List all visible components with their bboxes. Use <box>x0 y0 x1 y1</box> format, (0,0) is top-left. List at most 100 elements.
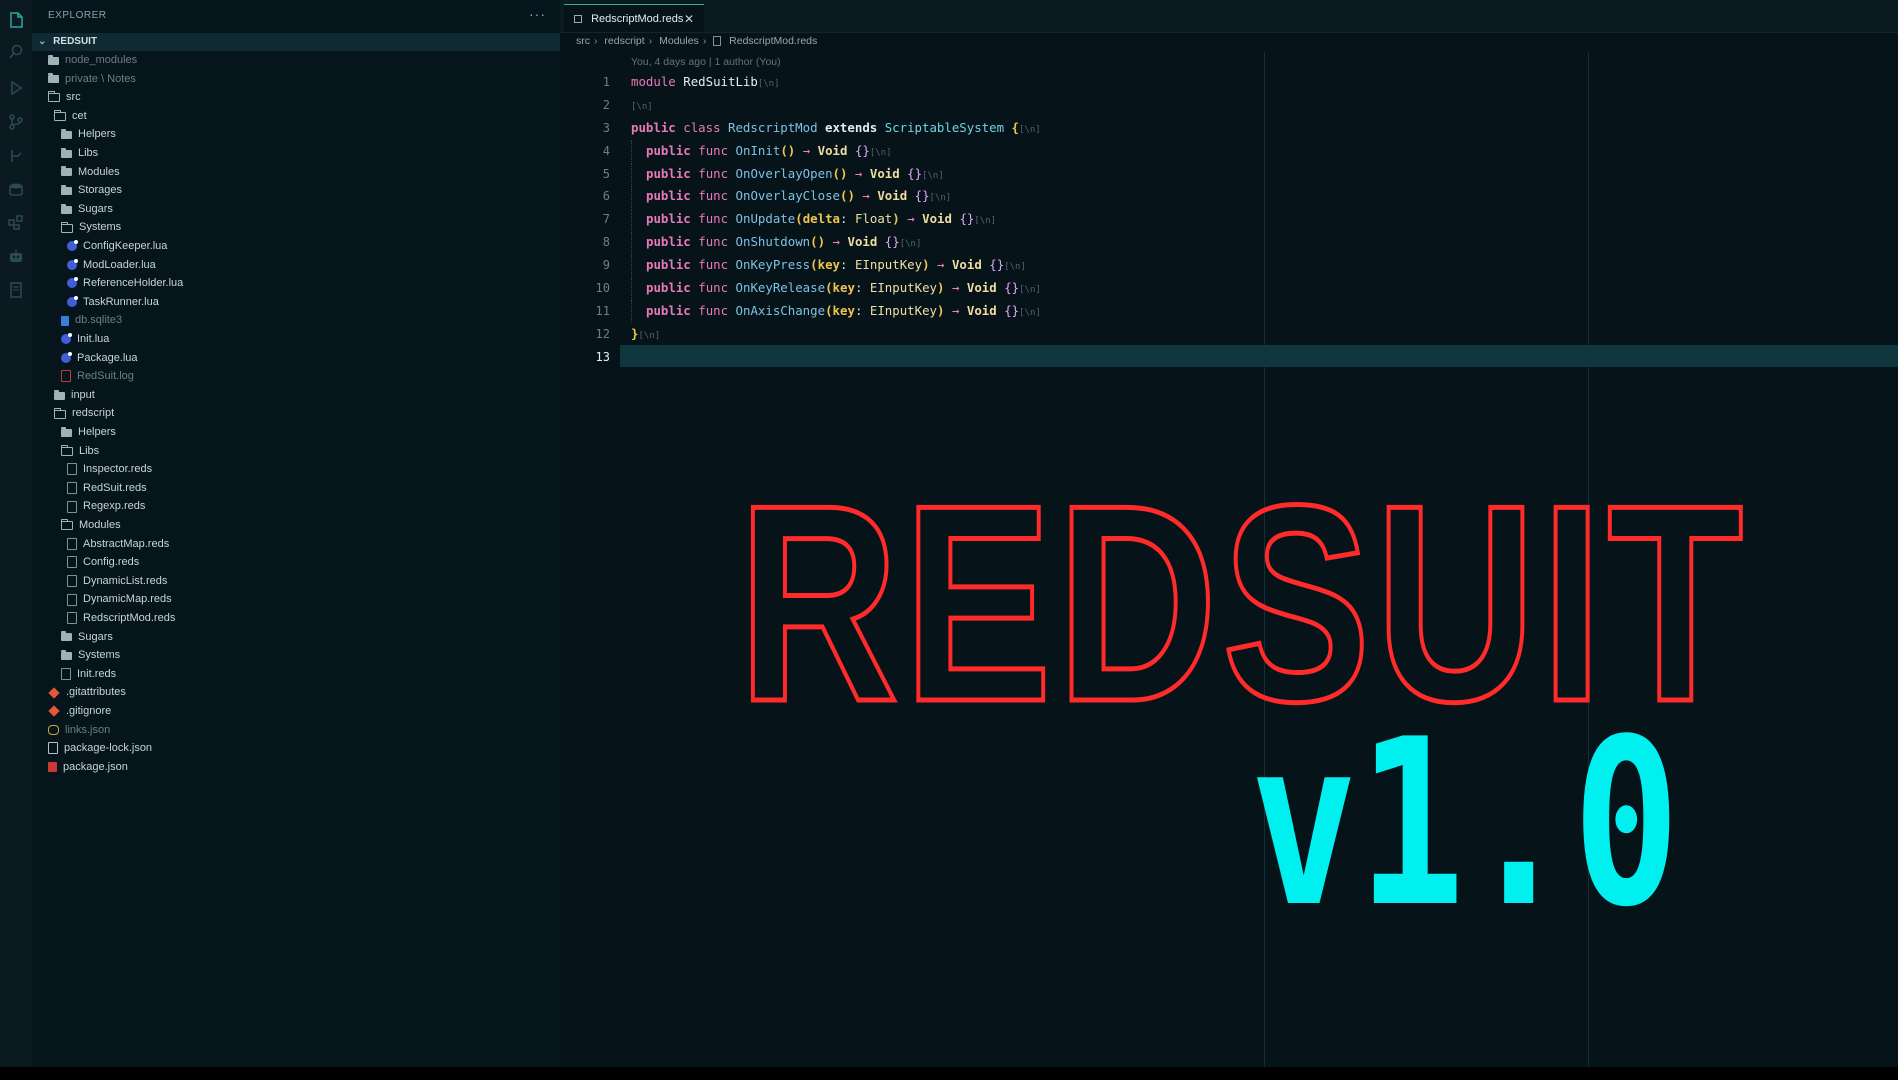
tree-item[interactable]: Systems <box>61 218 121 237</box>
tree-item[interactable]: RedscriptMod.reds <box>67 609 175 628</box>
bottom-border <box>0 1067 1898 1080</box>
files-icon[interactable] <box>6 10 26 30</box>
folder-closed-icon <box>61 203 72 214</box>
tree-item-label: Modules <box>78 165 120 178</box>
tree-item[interactable]: Package.lua <box>61 349 138 368</box>
line-number: 6 <box>602 189 610 204</box>
tree-item-label: Init.lua <box>77 333 110 345</box>
tree-item[interactable]: TaskRunner.lua <box>67 293 159 312</box>
close-icon[interactable]: ✕ <box>684 5 694 33</box>
folder-closed-icon <box>61 649 72 660</box>
folder-icon <box>61 444 73 456</box>
tree-item[interactable]: package.json <box>48 758 128 777</box>
folder-icon <box>54 407 66 419</box>
project-header[interactable]: ⌄ REDSUIT <box>32 33 560 51</box>
tree-item[interactable]: ConfigKeeper.lua <box>67 237 167 256</box>
folder-icon <box>61 221 73 233</box>
git-icon <box>48 705 60 717</box>
breadcrumb-file-icon <box>713 36 722 47</box>
tree-item[interactable]: RedSuit.log <box>61 367 134 386</box>
links-icon <box>48 724 59 735</box>
file-icon <box>67 537 77 550</box>
tree-item[interactable]: input <box>54 386 95 405</box>
tree-item[interactable]: Sugars <box>61 200 113 219</box>
lua-icon <box>67 277 78 289</box>
tree-item[interactable]: node_modules <box>48 51 137 70</box>
source-control-icon[interactable] <box>6 112 26 132</box>
tree-item-label: db.sqlite3 <box>75 314 123 327</box>
tree-item[interactable]: Libs <box>61 442 99 461</box>
tree-item[interactable]: ModLoader.lua <box>67 256 156 275</box>
notebook-icon[interactable] <box>6 280 26 300</box>
tree-item[interactable]: private \ Notes <box>48 70 136 89</box>
tree-item[interactable]: links.json <box>48 721 110 740</box>
tree-item-label: Libs <box>79 444 100 457</box>
line-number: 7 <box>602 212 610 227</box>
folder-closed-icon <box>61 631 72 642</box>
tab-bar: RedscriptMod.reds ✕ <box>560 0 1898 33</box>
tree-item[interactable]: Init.lua <box>61 330 109 349</box>
tree-item[interactable]: .gitignore <box>48 702 111 721</box>
tree-item[interactable]: Config.reds <box>67 553 139 572</box>
line-number: 8 <box>602 235 610 250</box>
tree-item[interactable]: Modules <box>61 516 121 535</box>
tree-item[interactable]: DynamicList.reds <box>67 572 167 591</box>
file-icon <box>67 593 77 606</box>
search-icon[interactable] <box>6 42 26 62</box>
breadcrumb-item[interactable]: src <box>576 35 590 47</box>
code-line: public func OnKeyPress(key: EInputKey) →… <box>631 254 1041 277</box>
tree-item[interactable]: Helpers <box>61 125 116 144</box>
tree-item[interactable]: Storages <box>61 181 122 200</box>
tree-item-label: package-lock.json <box>64 742 153 755</box>
tree-item[interactable]: ReferenceHolder.lua <box>67 274 183 293</box>
tree-item-label: Sugars <box>78 630 113 643</box>
breadcrumb: src › redscript › Modules › RedscriptMod.re… <box>576 35 818 47</box>
tree-item[interactable]: Inspector.reds <box>67 460 152 479</box>
tree-item[interactable]: package-lock.json <box>48 739 152 758</box>
tree-item[interactable]: db.sqlite3 <box>61 311 122 330</box>
tree-item[interactable]: .gitattributes <box>48 683 126 702</box>
tree-item[interactable]: RedSuit.reds <box>67 479 147 498</box>
db-icon <box>61 315 69 326</box>
indent-guide <box>631 208 646 231</box>
tree-item-label: Helpers <box>78 128 116 141</box>
robot-icon[interactable] <box>6 246 26 266</box>
tree-item[interactable]: cet <box>54 107 87 126</box>
tree-item-label: DynamicMap.reds <box>83 593 172 606</box>
breadcrumb-item[interactable]: redscript <box>604 35 644 47</box>
tree-item[interactable]: Regexp.reds <box>67 497 145 516</box>
file-icon <box>67 575 77 588</box>
file-icon <box>67 556 77 569</box>
tree-item[interactable]: redscript <box>54 404 114 423</box>
tree-item-label: ModLoader.lua <box>83 258 156 271</box>
extensions-icon[interactable] <box>6 212 26 232</box>
tree-item-label: Regexp.reds <box>83 500 146 513</box>
tree-item-label: Storages <box>78 184 123 197</box>
tree-item[interactable]: DynamicMap.reds <box>67 590 172 609</box>
folder-closed-icon <box>61 426 72 437</box>
tree-item[interactable]: Sugars <box>61 628 113 647</box>
log-icon <box>61 370 71 383</box>
more-actions-icon[interactable]: ··· <box>529 6 546 22</box>
blame-annotation[interactable]: You, 4 days ago | 1 author (You) <box>631 56 781 68</box>
tree-item-label: Inspector.reds <box>83 463 153 476</box>
tree-item-label: Config.reds <box>83 556 140 569</box>
tree-item[interactable]: Helpers <box>61 423 116 442</box>
database-icon[interactable] <box>6 180 26 200</box>
tree-item[interactable]: Libs <box>61 144 98 163</box>
breadcrumb-item[interactable]: RedscriptMod.reds <box>729 35 817 47</box>
branch-icon[interactable] <box>6 146 26 166</box>
tree-item[interactable]: Modules <box>61 163 120 182</box>
tab-redscriptmod[interactable]: RedscriptMod.reds ✕ <box>564 4 704 32</box>
tree-item[interactable]: AbstractMap.reds <box>67 535 169 554</box>
tree-item[interactable]: Init.reds <box>61 665 116 684</box>
code-line: module RedSuitLib[\n] <box>631 74 780 89</box>
tree-item[interactable]: Systems <box>61 646 120 665</box>
tree-item[interactable]: src <box>48 88 81 107</box>
breadcrumb-item[interactable]: Modules <box>659 35 699 47</box>
tree-item-label: RedSuit.log <box>77 370 134 383</box>
line-number: 4 <box>602 143 610 158</box>
code-editor[interactable]: module RedSuitLib[\n] [\n] public class … <box>631 71 1041 346</box>
code-line: public func OnShutdown() → Void {}[\n] <box>631 231 1041 254</box>
run-debug-icon[interactable] <box>6 78 26 98</box>
